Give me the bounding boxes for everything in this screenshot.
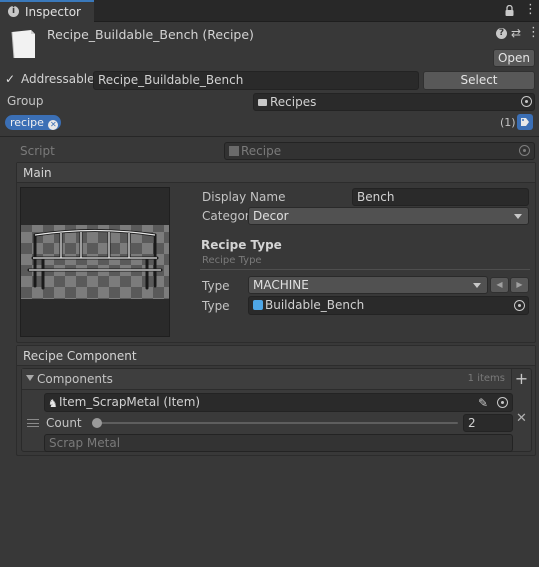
item-ref-value: Item_ScrapMetal (Item)	[59, 395, 201, 409]
target-icon[interactable]	[521, 96, 532, 107]
components-label: Components	[37, 372, 113, 386]
type-value: MACHINE	[253, 278, 309, 292]
help-icon[interactable]: ?	[496, 28, 507, 39]
type2-object-field[interactable]: Buildable_Bench	[248, 296, 529, 315]
script-field: Recipe	[224, 142, 535, 160]
type-prev-button[interactable]: ◀	[490, 277, 509, 293]
count-label: Count	[46, 416, 82, 430]
count-field[interactable]: 2	[463, 414, 513, 432]
tag-icon[interactable]	[517, 114, 533, 130]
folder-icon	[258, 99, 267, 106]
type2-target-icon[interactable]	[514, 300, 525, 311]
open-button[interactable]: Open	[493, 49, 535, 67]
add-component-button[interactable]: +	[511, 369, 531, 390]
count-slider[interactable]	[92, 416, 458, 430]
type-label: Type	[202, 279, 230, 293]
type-dropdown[interactable]: MACHINE	[248, 276, 488, 294]
recipe-component-title: Recipe Component	[23, 349, 137, 363]
group-label: Group	[7, 94, 44, 108]
recipe-type-divider	[200, 269, 530, 270]
prefab-icon	[253, 300, 263, 310]
count-slider-thumb[interactable]	[92, 418, 102, 428]
item-target-icon[interactable]	[497, 397, 508, 408]
lock-icon[interactable]	[505, 4, 514, 16]
category-label: Categor	[202, 209, 250, 223]
display-name-field[interactable]: Bench	[352, 188, 529, 206]
remove-icon[interactable]: ✕	[516, 411, 527, 426]
info-icon: i	[8, 6, 19, 17]
addressable-label: Addressable	[21, 72, 95, 86]
bench-preview-image	[21, 225, 169, 299]
inspector-tab[interactable]: i Inspector	[0, 0, 94, 23]
display-name-label: Display Name	[202, 190, 286, 204]
recipe-component-header: Recipe Component	[17, 346, 535, 366]
divider	[0, 136, 539, 137]
components-expand-icon[interactable]	[26, 375, 34, 381]
components-count: 1 items	[467, 373, 505, 384]
asset-title: Recipe_Buildable_Bench (Recipe)	[47, 27, 254, 42]
item-name-field: Scrap Metal	[44, 434, 513, 452]
type2-value: Buildable_Bench	[265, 298, 365, 312]
recipe-type-heading: Recipe Type	[201, 238, 282, 252]
script-icon	[229, 146, 239, 156]
script-value: Recipe	[241, 144, 282, 158]
components-header[interactable]: Components 1 items	[22, 369, 511, 390]
script-target-icon	[519, 145, 530, 156]
item-object-field[interactable]: ♞Item_ScrapMetal (Item) ✎	[44, 393, 513, 412]
category-dropdown[interactable]: Decor	[248, 207, 529, 225]
script-label: Script	[20, 144, 55, 158]
label-tag[interactable]: recipe ✕	[5, 115, 62, 130]
arrow-right-icon: ▶	[516, 280, 523, 289]
tab-title: Inspector	[25, 5, 81, 19]
checkbox-icon[interactable]: ✓	[5, 73, 17, 85]
category-value: Decor	[253, 209, 289, 223]
main-title: Main	[23, 166, 52, 180]
group-field[interactable]: Recipes	[253, 93, 535, 111]
edit-icon[interactable]: ✎	[478, 395, 488, 411]
settings-icon[interactable]: ⇄	[511, 26, 521, 40]
more-icon[interactable]: ⋮	[527, 25, 539, 40]
item-icon: ♞	[48, 397, 58, 410]
type2-label: Type	[202, 299, 230, 313]
asset-icon	[9, 28, 39, 60]
tag-text: recipe	[10, 116, 44, 129]
address-field[interactable]: Recipe_Buildable_Bench	[93, 71, 419, 90]
plus-icon: +	[514, 369, 529, 388]
recipe-type-subheading: Recipe Type	[202, 255, 262, 266]
menu-icon[interactable]: ⋮	[524, 3, 537, 16]
chevron-down-icon	[514, 214, 522, 219]
tag-close-icon[interactable]: ✕	[48, 120, 59, 130]
group-value: Recipes	[270, 95, 317, 109]
main-section-header: Main	[17, 163, 535, 183]
arrow-left-icon: ◀	[496, 280, 503, 289]
type-next-button[interactable]: ▶	[510, 277, 529, 293]
select-button[interactable]: Select	[423, 71, 535, 90]
drag-handle-icon[interactable]	[27, 419, 39, 427]
type-chevron-icon	[473, 283, 481, 288]
count-slider-track	[92, 422, 458, 424]
labels-count: (1)	[500, 116, 516, 129]
preview-frame	[20, 187, 170, 337]
